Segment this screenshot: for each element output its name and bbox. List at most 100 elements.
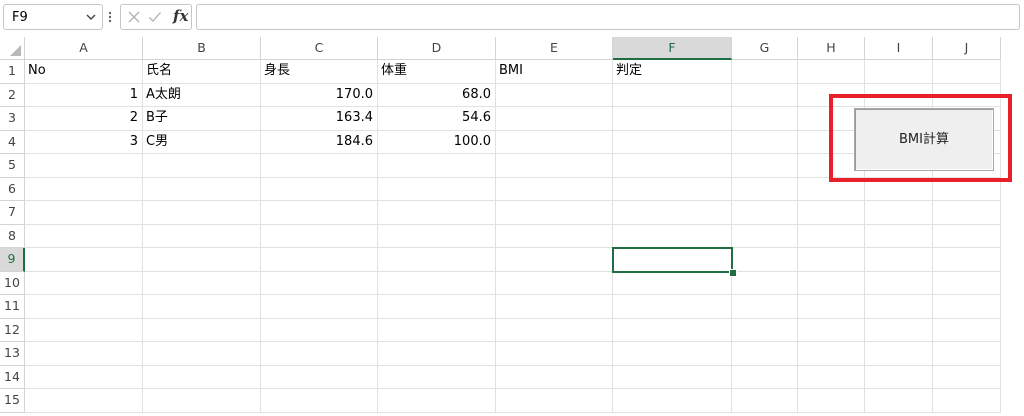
cell-b12[interactable] xyxy=(143,318,261,342)
cell-d5[interactable] xyxy=(378,154,496,178)
cell-d15[interactable] xyxy=(378,389,496,413)
cell-e1[interactable]: BMI xyxy=(496,60,613,84)
row-header-6[interactable]: 6 xyxy=(0,177,25,201)
cell-b13[interactable] xyxy=(143,342,261,366)
cell-b9[interactable] xyxy=(143,248,261,272)
cell-g10[interactable] xyxy=(732,271,798,295)
cancel-icon[interactable] xyxy=(127,10,141,24)
cell-j13[interactable] xyxy=(933,342,1001,366)
cell-a14[interactable] xyxy=(25,365,143,389)
cell-b5[interactable] xyxy=(143,154,261,178)
fill-handle[interactable] xyxy=(729,269,737,277)
cell-e8[interactable] xyxy=(496,224,613,248)
cell-e15[interactable] xyxy=(496,389,613,413)
cell-d6[interactable] xyxy=(378,177,496,201)
cell-e7[interactable] xyxy=(496,201,613,225)
cell-d3[interactable]: 54.6 xyxy=(378,107,496,131)
cell-a2[interactable]: 1 xyxy=(25,83,143,107)
cell-h14[interactable] xyxy=(798,365,865,389)
column-header-c[interactable]: C xyxy=(261,37,378,60)
cell-d12[interactable] xyxy=(378,318,496,342)
cell-d14[interactable] xyxy=(378,365,496,389)
cell-b7[interactable] xyxy=(143,201,261,225)
cell-c8[interactable] xyxy=(261,224,378,248)
enter-check-icon[interactable] xyxy=(148,10,162,24)
cell-d7[interactable] xyxy=(378,201,496,225)
cell-i14[interactable] xyxy=(865,365,933,389)
row-header-13[interactable]: 13 xyxy=(0,342,25,366)
cell-b2[interactable]: A太朗 xyxy=(143,83,261,107)
cell-d10[interactable] xyxy=(378,271,496,295)
cell-f11[interactable] xyxy=(613,295,732,319)
cell-d1[interactable]: 体重 xyxy=(378,60,496,84)
cell-h1[interactable] xyxy=(798,60,865,84)
cell-e2[interactable] xyxy=(496,83,613,107)
cell-j15[interactable] xyxy=(933,389,1001,413)
cell-c9[interactable] xyxy=(261,248,378,272)
cell-b15[interactable] xyxy=(143,389,261,413)
cell-b11[interactable] xyxy=(143,295,261,319)
cell-f13[interactable] xyxy=(613,342,732,366)
cell-c15[interactable] xyxy=(261,389,378,413)
cell-c4[interactable]: 184.6 xyxy=(261,130,378,154)
cell-j8[interactable] xyxy=(933,224,1001,248)
row-header-14[interactable]: 14 xyxy=(0,365,25,389)
cell-a6[interactable] xyxy=(25,177,143,201)
row-header-1[interactable]: 1 xyxy=(0,60,25,84)
cell-c3[interactable]: 163.4 xyxy=(261,107,378,131)
cell-f9[interactable] xyxy=(613,248,732,272)
cell-b4[interactable]: C男 xyxy=(143,130,261,154)
cell-b1[interactable]: 氏名 xyxy=(143,60,261,84)
cell-j14[interactable] xyxy=(933,365,1001,389)
name-box[interactable]: F9 xyxy=(3,4,103,30)
cell-b14[interactable] xyxy=(143,365,261,389)
cell-f4[interactable] xyxy=(613,130,732,154)
cell-i9[interactable] xyxy=(865,248,933,272)
cell-f2[interactable] xyxy=(613,83,732,107)
cell-c11[interactable] xyxy=(261,295,378,319)
cell-i12[interactable] xyxy=(865,318,933,342)
cell-g9[interactable] xyxy=(732,248,798,272)
cell-i13[interactable] xyxy=(865,342,933,366)
cell-e14[interactable] xyxy=(496,365,613,389)
cell-i10[interactable] xyxy=(865,271,933,295)
row-header-9[interactable]: 9 xyxy=(0,248,25,272)
cell-c6[interactable] xyxy=(261,177,378,201)
column-header-f[interactable]: F xyxy=(613,37,732,60)
cell-h12[interactable] xyxy=(798,318,865,342)
cell-b6[interactable] xyxy=(143,177,261,201)
cell-a3[interactable]: 2 xyxy=(25,107,143,131)
cell-a15[interactable] xyxy=(25,389,143,413)
cell-a10[interactable] xyxy=(25,271,143,295)
cell-f15[interactable] xyxy=(613,389,732,413)
cell-g14[interactable] xyxy=(732,365,798,389)
cell-g2[interactable] xyxy=(732,83,798,107)
cell-a1[interactable]: No xyxy=(25,60,143,84)
cell-f8[interactable] xyxy=(613,224,732,248)
cell-i15[interactable] xyxy=(865,389,933,413)
row-header-2[interactable]: 2 xyxy=(0,83,25,107)
cell-e11[interactable] xyxy=(496,295,613,319)
cell-i1[interactable] xyxy=(865,60,933,84)
select-all-corner[interactable] xyxy=(0,37,25,60)
column-header-b[interactable]: B xyxy=(143,37,261,60)
cell-f14[interactable] xyxy=(613,365,732,389)
cell-c13[interactable] xyxy=(261,342,378,366)
cell-e9[interactable] xyxy=(496,248,613,272)
cell-f6[interactable] xyxy=(613,177,732,201)
cell-e5[interactable] xyxy=(496,154,613,178)
cell-e12[interactable] xyxy=(496,318,613,342)
cell-c14[interactable] xyxy=(261,365,378,389)
cell-g5[interactable] xyxy=(732,154,798,178)
cell-d11[interactable] xyxy=(378,295,496,319)
insert-function-icon[interactable]: fx xyxy=(173,7,188,25)
cell-j1[interactable] xyxy=(933,60,1001,84)
cell-h8[interactable] xyxy=(798,224,865,248)
cell-f12[interactable] xyxy=(613,318,732,342)
cell-g8[interactable] xyxy=(732,224,798,248)
cell-c1[interactable]: 身長 xyxy=(261,60,378,84)
cell-j11[interactable] xyxy=(933,295,1001,319)
cell-c10[interactable] xyxy=(261,271,378,295)
cell-a9[interactable] xyxy=(25,248,143,272)
row-header-8[interactable]: 8 xyxy=(0,224,25,248)
